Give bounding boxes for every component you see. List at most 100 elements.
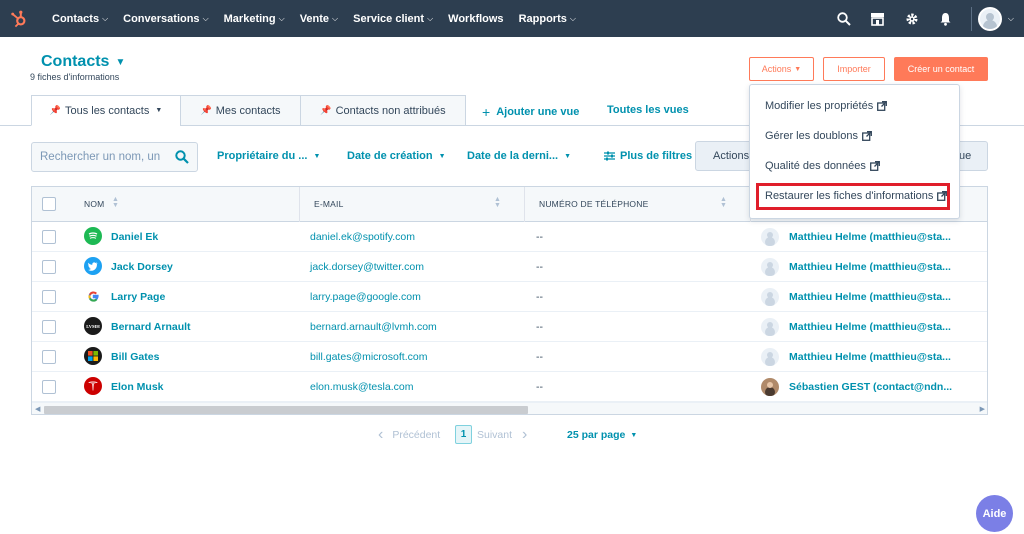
contact-phone: -- <box>536 231 543 243</box>
filter-last-activity[interactable]: Date de la derni... ▼ <box>467 150 571 162</box>
actions-button[interactable]: Actions ▼ <box>749 57 814 81</box>
contact-email-link[interactable]: bill.gates@microsoft.com <box>310 351 427 363</box>
tab-tous-les-contacts[interactable]: 📌 Tous les contacts ▼ <box>31 95 181 126</box>
record-count: 9 fiches d'informations <box>30 72 120 82</box>
contact-owner-link[interactable]: Matthieu Helme (matthieu@sta... <box>789 261 951 273</box>
contact-name-link[interactable]: Bill Gates <box>111 351 159 363</box>
menu-item-manage-duplicates[interactable]: Gérer les doublons <box>765 130 872 142</box>
table-row[interactable]: Daniel Ek daniel.ek@spotify.com -- Matth… <box>32 222 987 252</box>
import-button[interactable]: Importer <box>823 57 885 81</box>
row-checkbox[interactable] <box>42 350 56 364</box>
page-title[interactable]: Contacts ▼ <box>41 53 125 71</box>
caret-down-icon[interactable]: ▼ <box>155 107 162 114</box>
chevron-left-icon: ‹ <box>378 426 384 443</box>
current-page[interactable]: 1 <box>455 425 472 444</box>
chevron-down-icon: ⌵ <box>332 13 339 23</box>
table-row[interactable]: Jack Dorsey jack.dorsey@twitter.com -- M… <box>32 252 987 282</box>
contact-name-link[interactable]: Elon Musk <box>111 381 164 393</box>
row-checkbox[interactable] <box>42 230 56 244</box>
all-views-link[interactable]: Toutes les vues <box>607 104 689 116</box>
next-page-button[interactable]: Suivant › <box>477 426 527 444</box>
menu-item-edit-properties[interactable]: Modifier les propriétés <box>765 100 888 112</box>
pin-icon: 📌 <box>200 105 212 115</box>
column-divider <box>299 187 300 222</box>
column-header-email[interactable]: E-MAIL <box>314 199 344 209</box>
chevron-right-icon: › <box>522 426 528 443</box>
contact-owner-link[interactable]: Matthieu Helme (matthieu@sta... <box>789 351 951 363</box>
more-filters-button[interactable]: Plus de filtres <box>604 150 692 162</box>
row-checkbox[interactable] <box>42 290 56 304</box>
highlight-box <box>756 183 950 210</box>
chevron-down-icon[interactable]: ⌵ <box>1008 14 1014 24</box>
tab-mes-contacts[interactable]: 📌 Mes contacts <box>180 95 301 126</box>
table-row[interactable]: Elon Musk elon.musk@tesla.com -- Sébasti… <box>32 372 987 402</box>
filter-creation-date[interactable]: Date de création ▼ <box>347 150 446 162</box>
avatar-icon[interactable] <box>977 6 1002 31</box>
contact-phone: -- <box>536 291 543 303</box>
filter-owner[interactable]: Propriétaire du ... ▼ <box>217 150 320 162</box>
contact-phone: -- <box>536 321 543 333</box>
table-row[interactable]: Bill Gates bill.gates@microsoft.com -- M… <box>32 342 987 372</box>
marketplace-icon[interactable] <box>861 0 895 37</box>
table-row[interactable]: Larry Page larry.page@google.com -- Matt… <box>32 282 987 312</box>
nav-workflows[interactable]: Workflows <box>448 13 503 25</box>
contact-email-link[interactable]: larry.page@google.com <box>310 291 421 303</box>
tab-contacts-non-attribues[interactable]: 📌 Contacts non attribués <box>300 95 466 126</box>
spotify-logo-icon <box>84 227 102 245</box>
row-checkbox[interactable] <box>42 260 56 274</box>
menu-item-data-quality[interactable]: Qualité des données <box>765 160 880 172</box>
sort-icon[interactable]: ▲ ▼ <box>720 196 727 209</box>
contact-owner-link[interactable]: Matthieu Helme (matthieu@sta... <box>789 291 951 303</box>
previous-page-button[interactable]: ‹ Précédent <box>378 426 440 444</box>
contact-phone: -- <box>536 381 543 393</box>
nav-service-client[interactable]: Service client ⌵ <box>353 13 433 25</box>
table-row[interactable]: LVMH Bernard Arnault bernard.arnault@lvm… <box>32 312 987 342</box>
row-checkbox[interactable] <box>42 320 56 334</box>
contact-name-link[interactable]: Bernard Arnault <box>111 321 191 333</box>
column-header-phone[interactable]: NUMÉRO DE TÉLÉPHONE <box>539 199 648 209</box>
save-view-button[interactable]: ue <box>959 150 971 162</box>
nav-marketing[interactable]: Marketing ⌵ <box>224 13 285 25</box>
bell-icon[interactable] <box>929 0 963 37</box>
scroll-right-arrow-icon[interactable]: ▶ <box>980 405 985 413</box>
caret-down-icon: ▼ <box>630 431 638 439</box>
search-icon[interactable] <box>827 0 861 37</box>
contact-email-link[interactable]: elon.musk@tesla.com <box>310 381 413 393</box>
contact-name-link[interactable]: Larry Page <box>111 291 165 303</box>
nav-vente[interactable]: Vente ⌵ <box>300 13 338 25</box>
help-button[interactable]: Aide <box>976 495 1013 532</box>
owner-avatar <box>761 288 779 306</box>
contact-phone: -- <box>536 261 543 273</box>
hubspot-logo-icon[interactable] <box>0 0 37 37</box>
column-header-name[interactable]: NOM <box>84 199 104 209</box>
contact-owner-link[interactable]: Matthieu Helme (matthieu@sta... <box>789 321 951 333</box>
caret-down-icon: ▼ <box>794 65 802 73</box>
create-contact-button[interactable]: Créer un contact <box>894 57 988 81</box>
nav-rapports[interactable]: Rapports ⌵ <box>519 13 576 25</box>
contact-name-link[interactable]: Daniel Ek <box>111 231 158 243</box>
sort-icon[interactable]: ▲ ▼ <box>494 196 501 209</box>
owner-avatar <box>761 348 779 366</box>
external-link-icon <box>862 131 872 141</box>
nav-conversations[interactable]: Conversations ⌵ <box>123 13 209 25</box>
contact-email-link[interactable]: daniel.ek@spotify.com <box>310 231 415 243</box>
horizontal-scrollbar[interactable]: ◀ ▶ <box>32 402 987 414</box>
row-checkbox[interactable] <box>42 380 56 394</box>
contact-owner-link[interactable]: Sébastien GEST (contact@ndn... <box>789 381 952 393</box>
nav-contacts[interactable]: Contacts ⌵ <box>52 13 108 25</box>
per-page-select[interactable]: 25 par page ▼ <box>567 426 637 444</box>
scrollbar-thumb[interactable] <box>44 406 528 414</box>
contact-owner-link[interactable]: Matthieu Helme (matthieu@sta... <box>789 231 951 243</box>
scroll-left-arrow-icon[interactable]: ◀ <box>35 405 40 413</box>
contact-email-link[interactable]: bernard.arnault@lvmh.com <box>310 321 437 333</box>
add-view-button[interactable]: + Ajouter une vue <box>482 104 579 120</box>
gear-icon[interactable] <box>895 0 929 37</box>
contact-name-link[interactable]: Jack Dorsey <box>111 261 173 273</box>
contact-email-link[interactable]: jack.dorsey@twitter.com <box>310 261 424 273</box>
sort-icon[interactable]: ▲ ▼ <box>112 196 119 209</box>
caret-down-icon: ▼ <box>438 152 446 160</box>
search-input[interactable] <box>40 151 172 163</box>
plus-icon: + <box>482 104 491 120</box>
select-all-checkbox[interactable] <box>42 197 56 211</box>
search-icon[interactable] <box>175 150 189 167</box>
